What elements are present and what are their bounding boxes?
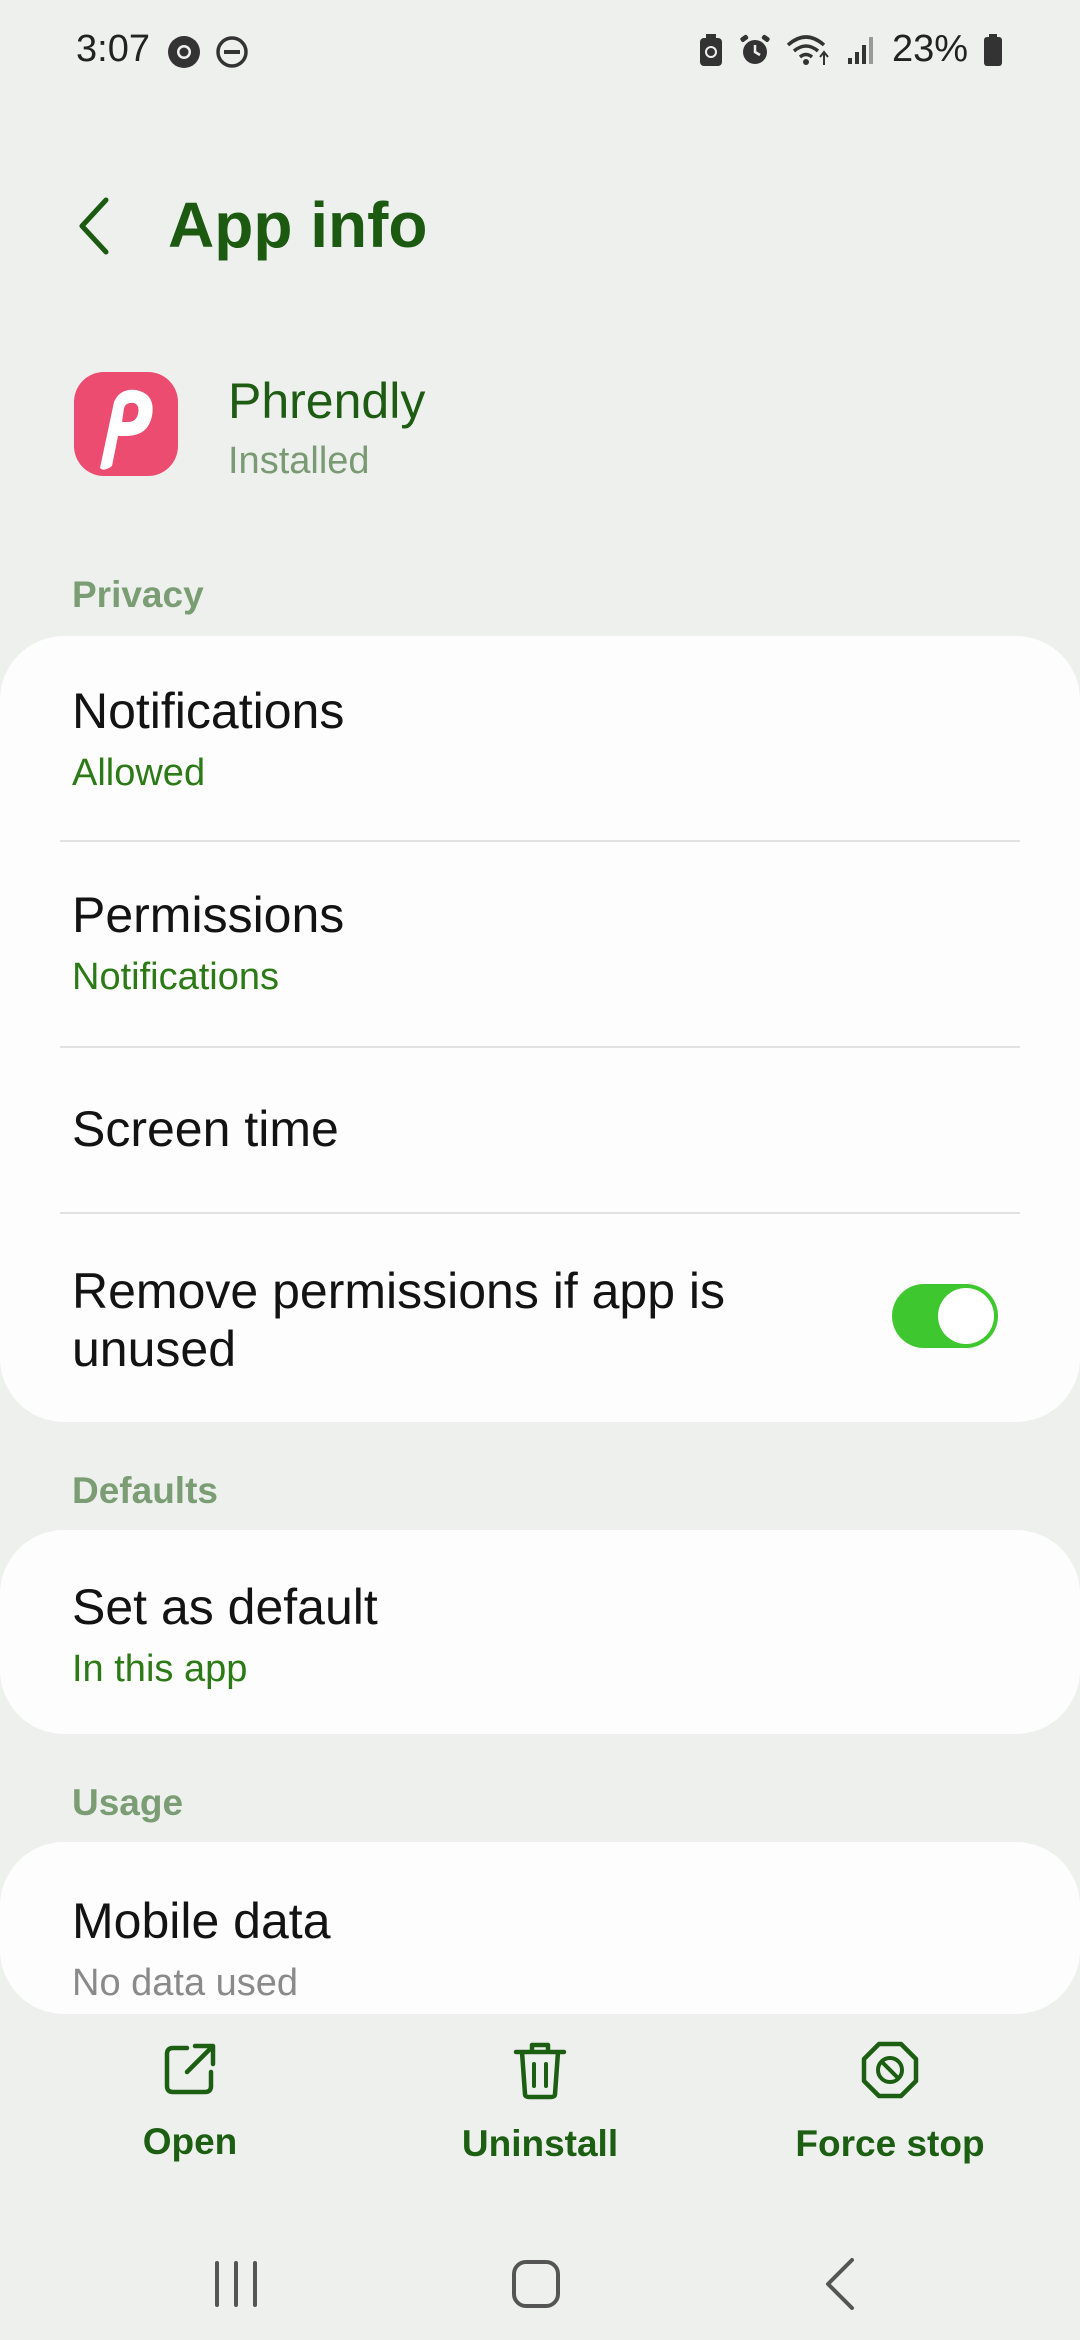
divider: [60, 840, 1020, 842]
notifications-subtitle: Allowed: [72, 752, 206, 794]
screen-time-item[interactable]: Screen time: [72, 1100, 1008, 1158]
permissions-item[interactable]: Permissions Notifications: [72, 886, 1008, 999]
screen-time-title: Screen time: [72, 1101, 339, 1157]
force-stop-icon: [860, 2040, 920, 2105]
nav-back-button[interactable]: [780, 2236, 900, 2336]
trash-icon: [512, 2040, 568, 2105]
recent-apps-button[interactable]: [176, 2236, 296, 2336]
recent-apps-icon: [211, 2259, 261, 2314]
do-not-disturb-icon: [214, 34, 250, 70]
status-right-icons: 23%: [698, 28, 1004, 71]
remove-permissions-item[interactable]: Remove permissions if app is unused: [72, 1262, 830, 1378]
open-button[interactable]: Open: [40, 2040, 340, 2163]
permissions-subtitle: Notifications: [72, 956, 279, 998]
force-stop-label: Force stop: [795, 2123, 985, 2164]
open-label: Open: [142, 2121, 238, 2162]
back-arrow-icon: [822, 2256, 858, 2317]
defaults-card: Set as default In this app: [0, 1530, 1080, 1734]
uninstall-label: Uninstall: [461, 2123, 619, 2164]
signal-icon: [846, 34, 878, 66]
battery-percent: 23%: [891, 28, 968, 70]
chevron-left-icon: [74, 194, 114, 263]
mobile-data-subtitle: No data used: [72, 1962, 299, 2004]
open-external-icon: [161, 2040, 219, 2103]
alarm-icon: [738, 33, 772, 67]
app-install-status: Installed: [228, 440, 370, 482]
usage-card: Mobile data No data used: [0, 1842, 1080, 2014]
section-header-defaults: Defaults: [72, 1470, 218, 1511]
permissions-title: Permissions: [72, 887, 345, 943]
battery-saver-icon: [698, 32, 724, 68]
set-as-default-item[interactable]: Set as default In this app: [72, 1578, 1008, 1691]
uninstall-button[interactable]: Uninstall: [390, 2040, 690, 2165]
set-as-default-subtitle: In this app: [72, 1648, 248, 1690]
chrome-icon: [166, 34, 202, 70]
force-stop-button[interactable]: Force stop: [740, 2040, 1040, 2165]
privacy-card: Notifications Allowed Permissions Notifi…: [0, 636, 1080, 1422]
notifications-item[interactable]: Notifications Allowed: [72, 682, 1008, 795]
mobile-data-item[interactable]: Mobile data No data used: [72, 1892, 1008, 2005]
status-left-icons: [166, 34, 250, 70]
battery-icon: [982, 32, 1004, 68]
divider: [60, 1046, 1020, 1048]
remove-permissions-toggle[interactable]: [892, 1284, 998, 1348]
toggle-knob: [938, 1288, 994, 1344]
section-header-usage: Usage: [72, 1782, 184, 1823]
home-button[interactable]: [476, 2236, 596, 2336]
set-as-default-title: Set as default: [72, 1579, 378, 1635]
notifications-title: Notifications: [72, 683, 345, 739]
home-icon: [510, 2258, 562, 2315]
app-name: Phrendly: [228, 373, 426, 429]
divider: [60, 1212, 1020, 1214]
remove-permissions-title: Remove permissions if app is unused: [72, 1263, 726, 1377]
mobile-data-title: Mobile data: [72, 1893, 331, 1949]
section-header-privacy: Privacy: [72, 574, 204, 615]
wifi-icon: [786, 33, 832, 67]
page-title: App info: [168, 189, 428, 261]
back-button[interactable]: [62, 188, 126, 268]
status-time: 3:07: [76, 28, 150, 70]
app-icon: [74, 372, 178, 476]
